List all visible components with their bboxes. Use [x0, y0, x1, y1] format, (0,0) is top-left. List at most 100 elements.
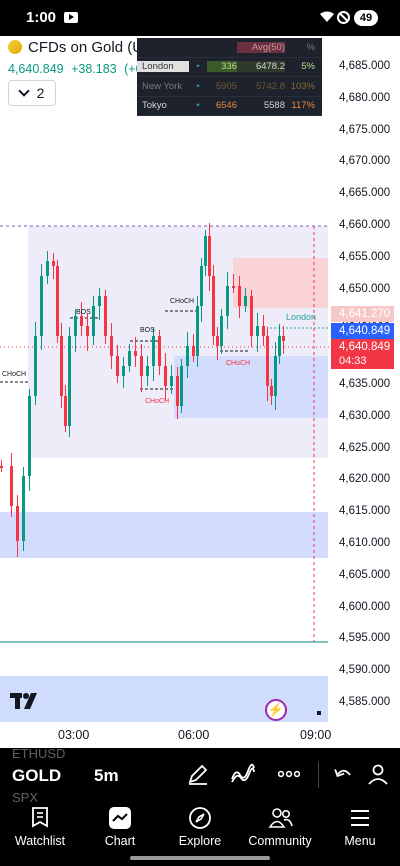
price-tick: 4,675.000 [339, 123, 391, 136]
price-tag-red-value: 4,640.849 [339, 341, 391, 353]
candle-body [56, 266, 59, 336]
price-tick: 4,615.000 [339, 505, 391, 518]
bos-label-2: BOS [140, 327, 155, 334]
prev-symbol[interactable]: ETHUSD [12, 746, 65, 761]
time-tick: 06:00 [178, 728, 210, 742]
price-tick: 4,665.000 [339, 187, 391, 200]
price-tag-blue: 4,640.849 [331, 323, 394, 339]
nav-chart[interactable]: Chart [80, 806, 160, 848]
battery-indicator: 49 [354, 10, 378, 26]
candle-body [244, 296, 247, 306]
candle-body [52, 261, 55, 266]
current-symbol[interactable]: GOLD [12, 766, 61, 786]
price-tick: 4,670.000 [339, 155, 391, 168]
candle-body [282, 336, 285, 341]
candle-body [134, 351, 137, 356]
toolbar-divider [318, 762, 319, 788]
candle-body [164, 366, 167, 386]
candle-body [250, 296, 253, 336]
symbol-toolbar: ETHUSD GOLD SPX 5m [0, 746, 400, 805]
candle-body [170, 376, 173, 386]
price-tick: 4,590.000 [339, 664, 391, 677]
candle-body [270, 386, 273, 396]
candle-body [140, 356, 143, 376]
youtube-notification-icon [64, 12, 78, 23]
candle-body [86, 326, 89, 336]
candle-body [212, 276, 215, 336]
status-time: 1:00 [26, 9, 57, 26]
candle-body [180, 366, 183, 406]
price-tick: 4,635.000 [339, 378, 391, 390]
price-tag-red: 4,640.849 04:33 [331, 339, 394, 369]
undo-icon[interactable] [334, 762, 360, 788]
price-tick: 4,630.000 [339, 409, 391, 422]
do-not-disturb-icon [337, 11, 350, 24]
price-tick: 4,585.000 [339, 696, 391, 708]
chart-icon [108, 806, 132, 830]
price-tag-light: 4,641.270 [331, 306, 394, 322]
last-price: 4,640.849 [8, 62, 64, 76]
choch-label-4: CHoCH [226, 360, 250, 367]
candle-body [34, 336, 37, 396]
zone-blue-low [0, 512, 328, 558]
nav-watchlist[interactable]: Watchlist [0, 806, 80, 848]
timeframe-selector[interactable]: 5m [94, 766, 119, 786]
nav-menu[interactable]: Menu [320, 806, 400, 848]
lightning-icon[interactable]: ⚡ [265, 699, 287, 721]
candle-body [92, 306, 95, 336]
candle-body [60, 336, 63, 396]
time-tick: 03:00 [58, 728, 90, 742]
indicator-collapse-button[interactable]: 2 [8, 80, 56, 106]
price-tick: 4,595.000 [339, 632, 391, 645]
candle-body [128, 351, 131, 366]
candle-body [110, 336, 113, 356]
home-indicator [130, 856, 270, 860]
chevron-down-icon [17, 85, 30, 97]
community-icon [268, 806, 293, 830]
tradingview-logo-icon [10, 692, 42, 710]
price-tick: 4,680.000 [339, 91, 391, 104]
candle-body [176, 376, 179, 406]
compass-icon [188, 806, 212, 830]
bos-label-1: BOS [76, 309, 91, 316]
table-row: Tokyo • 6546 5588 117% [137, 97, 322, 116]
candle-body [204, 236, 207, 266]
candle-body [278, 336, 281, 356]
candle-body [116, 356, 119, 376]
table-row: New York • 5905 5742.8 103% [137, 77, 322, 97]
candle-body [64, 396, 67, 426]
price-tick: 4,660.000 [339, 219, 391, 231]
candle-body [238, 286, 241, 306]
candle-body [220, 316, 223, 346]
candle-body [216, 336, 219, 346]
price-tick: 4,600.000 [339, 600, 391, 613]
price-tick: 4,625.000 [339, 441, 391, 454]
menu-icon [348, 806, 372, 830]
indicators-icon[interactable] [230, 762, 256, 788]
price-tick: 4,620.000 [339, 473, 391, 486]
candle-body [152, 336, 155, 366]
candle-body [0, 466, 3, 468]
nav-explore[interactable]: Explore [160, 806, 240, 848]
account-icon[interactable] [366, 762, 392, 788]
candle-body [40, 276, 43, 336]
choch-label-2: CHoCH [145, 398, 169, 405]
candle-body [98, 296, 101, 306]
london-label: London [286, 312, 316, 322]
candle-body [22, 476, 25, 541]
price-summary: 4,640.849 +38.183 (+0 [8, 62, 147, 76]
nav-community[interactable]: Community [240, 806, 320, 848]
candle-body [192, 346, 195, 356]
candle-body [266, 336, 269, 386]
candle-body [226, 286, 229, 316]
price-tick: 4,610.000 [339, 537, 391, 549]
candle-body [122, 366, 125, 376]
choch-label-1: CHoCH [2, 371, 26, 378]
pen-drawing-icon[interactable] [186, 762, 212, 788]
price-tick: 4,650.000 [339, 282, 391, 295]
bar-countdown: 04:33 [339, 355, 367, 367]
gold-symbol-icon [8, 40, 22, 54]
more-options-icon[interactable] [277, 762, 304, 788]
candle-body [28, 396, 31, 476]
indicator-count: 2 [36, 85, 45, 101]
